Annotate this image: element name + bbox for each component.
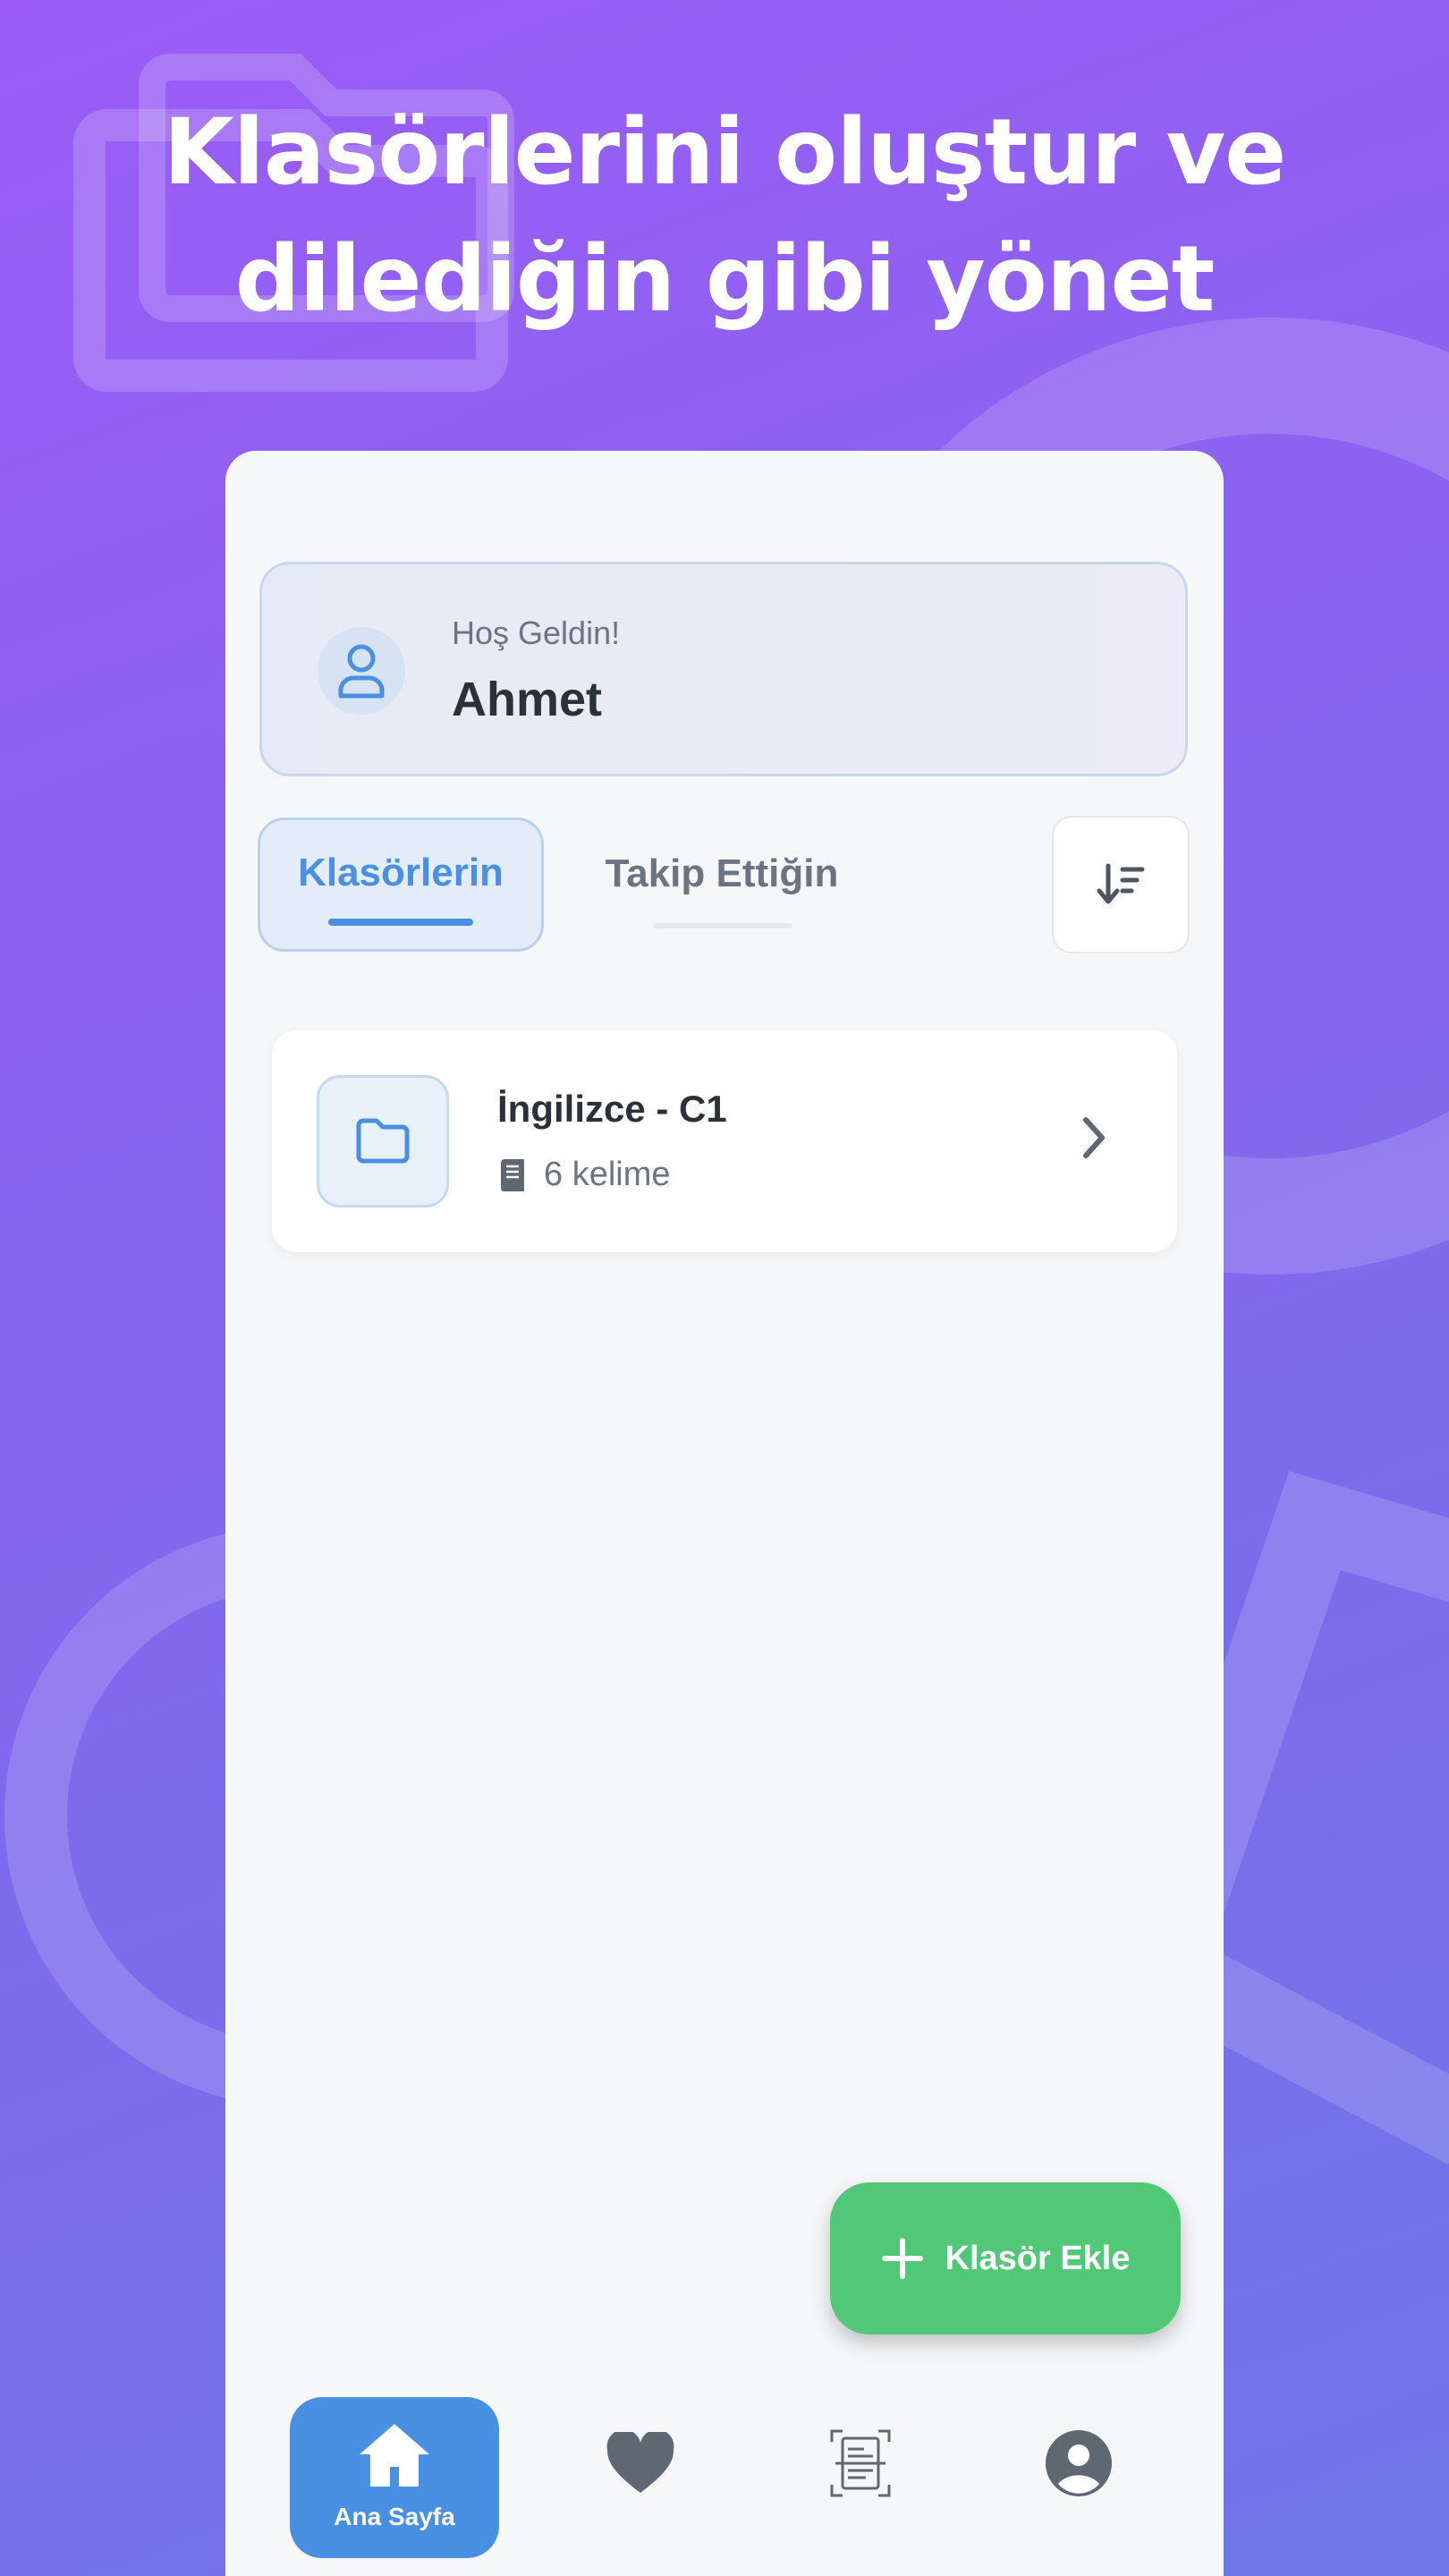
tab-indicator xyxy=(328,919,473,926)
tab-indicator xyxy=(653,923,792,928)
sort-descending-icon xyxy=(1097,863,1145,904)
folder-word-count: 6 kelime xyxy=(544,1156,671,1193)
tab-label: Klasörlerin xyxy=(298,851,504,894)
user-icon xyxy=(338,644,385,699)
heart-icon xyxy=(606,2432,674,2493)
chevron-right-icon xyxy=(1083,1117,1105,1158)
folder-meta: 6 kelime xyxy=(497,1156,671,1194)
headline-line-1: Klasörlerini oluştur ve xyxy=(163,99,1287,206)
nav-item-favorites[interactable] xyxy=(596,2419,685,2508)
welcome-card: Hoş Geldin! Ahmet xyxy=(259,562,1188,776)
nav-home-label: Ana Sayfa xyxy=(334,2503,455,2530)
add-folder-button[interactable]: Klasör Ekle xyxy=(830,2182,1181,2334)
home-icon xyxy=(360,2424,429,2487)
folder-card[interactable]: İngilizce - C1 6 kelime xyxy=(272,1030,1177,1252)
add-folder-label: Klasör Ekle xyxy=(945,2239,1131,2277)
sort-button[interactable] xyxy=(1052,816,1190,953)
user-name: Ahmet xyxy=(452,673,603,726)
phone-screen: Hoş Geldin! Ahmet Klasörlerin Takip Etti… xyxy=(225,451,1224,2576)
account-circle-icon xyxy=(1046,2430,1112,2496)
tab-my-folders[interactable]: Klasörlerin xyxy=(258,818,544,952)
book-icon xyxy=(501,1158,524,1191)
folder-icon-box xyxy=(317,1075,449,1208)
nav-item-home[interactable]: Ana Sayfa xyxy=(290,2397,499,2558)
tab-following[interactable]: Takip Ettiğin xyxy=(583,818,860,952)
welcome-greeting: Hoş Geldin! xyxy=(452,614,621,651)
nav-item-profile[interactable] xyxy=(1034,2419,1123,2508)
plus-icon xyxy=(881,2238,923,2279)
folder-icon xyxy=(356,1118,410,1164)
folder-name: İngilizce - C1 xyxy=(497,1088,727,1130)
headline-line-2: dilediğin gibi yönet xyxy=(234,226,1216,333)
tab-label: Takip Ettiğin xyxy=(605,852,839,895)
avatar xyxy=(318,627,405,715)
document-scan-icon xyxy=(830,2429,891,2497)
nav-item-scan[interactable] xyxy=(816,2419,905,2508)
headline: Klasörlerini oluştur ve dilediğin gibi y… xyxy=(0,89,1449,343)
